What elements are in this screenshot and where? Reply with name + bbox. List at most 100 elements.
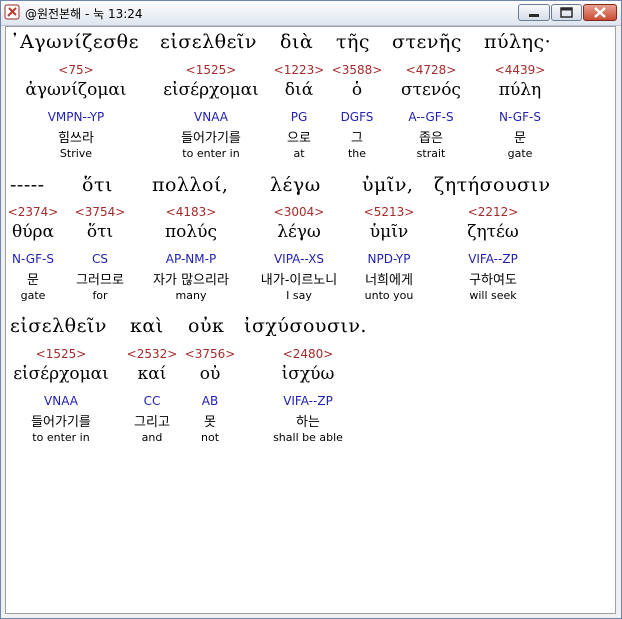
lemma[interactable]: ὁ [352,80,362,100]
close-icon [594,7,606,18]
maximize-button[interactable] [551,4,582,21]
morph-code[interactable]: AP-NM-P [166,252,216,266]
lemma[interactable]: ὅτι [87,222,113,242]
greek-word[interactable]: διὰ [280,31,313,53]
strong-number[interactable]: <3588> [332,63,383,77]
lemma[interactable]: καί [138,364,167,384]
morph-code[interactable]: VMPN--YP [48,110,105,124]
morph-code[interactable]: NPD-YP [368,252,411,266]
english-gloss: not [200,431,220,444]
morph-code[interactable]: N-GF-S [12,252,54,266]
english-gloss: to enter in [32,431,90,444]
korean-gloss: 자가 많으리라 [153,273,229,288]
strong-number[interactable]: <3756> [185,347,236,361]
strong-number[interactable]: <2532> [127,347,178,361]
strong-number[interactable]: <1525> [186,63,237,77]
korean-gloss: 내가-이르노니 [260,273,338,288]
english-gloss: to enter in [182,147,240,160]
english-gloss: gate [507,147,533,160]
morph-code[interactable]: PG [291,110,308,124]
lemma[interactable]: θύρα [12,222,54,242]
greek-word[interactable]: ὅτι [82,174,113,196]
strong-number[interactable]: <2374> [8,205,59,219]
korean-gloss: 힘쓰라 [58,131,94,146]
lemma[interactable]: ὑμῖν [370,222,408,242]
strong-number[interactable]: <4439> [495,63,546,77]
morph-code[interactable]: A--GF-S [408,110,453,124]
lemma[interactable]: στενός [401,80,461,100]
strong-number[interactable]: <3004> [274,205,325,219]
korean-gloss: 구하여도 [469,273,517,288]
lemma[interactable]: διά [285,80,313,100]
greek-word[interactable]: εἰσελθεῖν [160,31,257,53]
korean-gloss: 그리고 [134,415,170,430]
morph-code[interactable]: AB [202,394,218,408]
lemma[interactable]: εἰσέρχομαι [13,364,109,384]
english-gloss: for [92,289,108,302]
lemma[interactable]: πολύς [165,222,217,242]
strong-number[interactable]: <4728> [406,63,457,77]
strong-number[interactable]: <2212> [468,205,519,219]
english-gloss: the [347,147,367,160]
minimize-button[interactable] [518,4,550,21]
korean-gloss: 들어가기를 [181,131,241,146]
title-bar[interactable]: @원전본해 - 눅 13:24 [1,1,621,26]
greek-word[interactable]: ἰσχύσουσιν. [244,315,367,337]
greek-word[interactable]: οὐκ [188,315,224,337]
strong-number[interactable]: <5213> [364,205,415,219]
korean-gloss: 좁은 [419,131,443,146]
korean-gloss: 문 [27,273,39,288]
morph-code[interactable]: VNAA [44,394,78,408]
korean-gloss: 못 [204,415,216,430]
greek-word[interactable]: εἰσελθεῖν [10,315,107,337]
interlinear-panel[interactable]: ᾿Αγωνίζεσθε εἰσελθεῖν διὰ τῆς στενῆς πύλ… [5,26,616,614]
english-gloss: many [175,289,207,302]
strong-number[interactable]: <75> [58,63,93,77]
greek-word[interactable]: καὶ [130,315,164,337]
english-gloss: strait [416,147,446,160]
window-title: @원전본해 - 눅 13:24 [25,7,143,21]
lemma[interactable]: λέγω [277,222,321,242]
greek-word[interactable]: ᾿Αγωνίζεσθε [10,31,139,53]
morph-code[interactable]: VNAA [194,110,228,124]
english-gloss: at [293,147,305,160]
english-gloss: unto you [364,289,414,302]
lemma[interactable]: ζητέω [467,222,518,242]
english-gloss: gate [20,289,46,302]
greek-word[interactable]: πολλοί, [152,174,228,196]
close-button[interactable] [583,4,617,21]
greek-word[interactable]: ὑμῖν, [362,174,413,196]
english-gloss: shall be able [273,431,343,444]
english-gloss: I say [286,289,312,302]
korean-gloss: 그러므로 [76,273,124,288]
morph-code[interactable]: DGFS [341,110,374,124]
strong-number[interactable]: <1525> [36,347,87,361]
morph-code[interactable]: CS [92,252,108,266]
strong-number[interactable]: <4183> [166,205,217,219]
greek-word[interactable]: λέγω [270,174,321,196]
greek-word[interactable]: πύλης· [484,31,551,53]
morph-code[interactable]: VIFA--ZP [283,394,333,408]
korean-gloss: 너희에게 [365,273,413,288]
korean-gloss: 으로 [287,131,311,146]
greek-word[interactable]: ----- [10,174,45,196]
maximize-icon [560,7,573,18]
morph-code[interactable]: VIPA--XS [274,252,324,266]
morph-code[interactable]: VIFA--ZP [468,252,518,266]
strong-number[interactable]: <1223> [274,63,325,77]
greek-word[interactable]: ζητήσουσιν [434,174,551,196]
morph-code[interactable]: CC [144,394,161,408]
lemma[interactable]: ἰσχύω [282,364,335,384]
lemma[interactable]: ἀγωνίζομαι [25,80,126,100]
lemma[interactable]: εἰσέρχομαι [163,80,259,100]
strong-number[interactable]: <2480> [283,347,334,361]
korean-gloss: 그 [351,131,363,146]
greek-word[interactable]: τῆς [336,31,370,53]
korean-gloss: 들어가기를 [31,415,91,430]
strong-number[interactable]: <3754> [75,205,126,219]
english-gloss: Strive [59,147,93,160]
lemma[interactable]: πύλη [499,80,541,100]
lemma[interactable]: οὐ [200,364,221,384]
greek-word[interactable]: στενῆς [392,31,462,53]
morph-code[interactable]: N-GF-S [499,110,541,124]
